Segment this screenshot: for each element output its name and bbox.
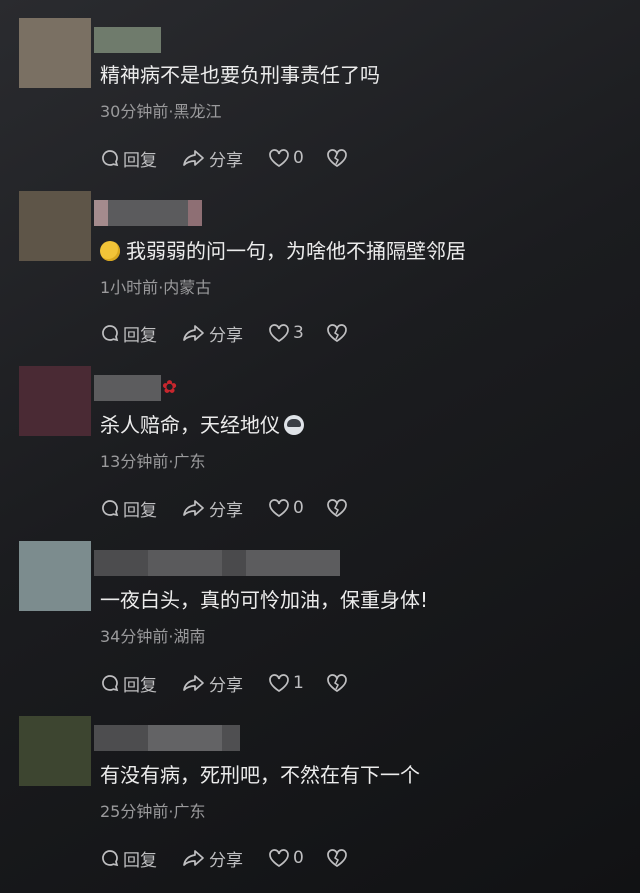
cat-emoji-icon — [284, 415, 304, 435]
dislike-button[interactable] — [326, 848, 348, 868]
username-blurred[interactable] — [94, 27, 161, 53]
comment-meta: 1小时前·内蒙古 — [100, 278, 212, 297]
comment-location: 广东 — [173, 452, 206, 471]
heart-icon — [269, 499, 289, 517]
reply-button[interactable]: 回复 — [100, 496, 182, 521]
username-blurred[interactable] — [94, 550, 340, 576]
share-label: 分享 — [209, 675, 243, 696]
reply-icon — [102, 325, 119, 342]
avatar[interactable] — [19, 18, 91, 88]
reply-icon — [102, 850, 119, 867]
comment-time: 34分钟前 — [100, 627, 169, 646]
username-blurred[interactable] — [94, 200, 202, 226]
comment-time: 13分钟前 — [100, 452, 169, 471]
like-count: 0 — [293, 848, 304, 868]
like-button[interactable]: 1 — [268, 673, 326, 693]
reply-button[interactable]: 回复 — [100, 146, 182, 171]
dislike-button[interactable] — [326, 498, 348, 518]
share-label: 分享 — [209, 150, 243, 171]
reply-label: 回复 — [123, 675, 157, 696]
comment-actions: 回复 分享 0 — [100, 496, 348, 521]
avatar[interactable] — [19, 716, 91, 786]
dislike-button[interactable] — [326, 148, 348, 168]
comment-location: 广东 — [173, 802, 206, 821]
share-button[interactable]: 分享 — [182, 321, 268, 346]
broken-heart-icon — [327, 674, 347, 692]
comment-actions: 回复 分享 0 — [100, 846, 348, 871]
broken-heart-icon — [327, 149, 347, 167]
reply-label: 回复 — [123, 500, 157, 521]
dislike-button[interactable] — [326, 673, 348, 693]
comment-actions: 回复 分享 0 — [100, 146, 348, 171]
comment-text-row: 杀人赔命，天经地仪 — [100, 412, 304, 438]
share-label: 分享 — [209, 325, 243, 346]
face-emoji-icon — [100, 241, 120, 261]
share-icon — [183, 325, 204, 341]
comment-text: 有没有病，死刑吧，不然在有下一个 — [100, 763, 420, 787]
avatar[interactable] — [19, 191, 91, 261]
like-button[interactable]: 3 — [268, 323, 326, 343]
avatar[interactable] — [19, 366, 91, 436]
reply-button[interactable]: 回复 — [100, 321, 182, 346]
reply-button[interactable]: 回复 — [100, 846, 182, 871]
dislike-button[interactable] — [326, 323, 348, 343]
comment-text: 精神病不是也要负刑事责任了吗 — [100, 63, 380, 87]
share-icon — [183, 675, 204, 691]
like-button[interactable]: 0 — [268, 148, 326, 168]
comment-actions: 回复 分享 3 — [100, 321, 348, 346]
comment-time: 25分钟前 — [100, 802, 169, 821]
comment-text: 杀人赔命，天经地仪 — [100, 413, 280, 437]
comment-meta: 13分钟前·广东 — [100, 452, 206, 471]
share-icon — [183, 150, 204, 166]
like-button[interactable]: 0 — [268, 498, 326, 518]
comment-time: 1小时前 — [100, 278, 159, 297]
share-button[interactable]: 分享 — [182, 671, 268, 696]
reply-label: 回复 — [123, 325, 157, 346]
comment-text: 一夜白头，真的可怜加油，保重身体! — [100, 588, 429, 612]
like-count: 1 — [293, 673, 304, 693]
broken-heart-icon — [327, 849, 347, 867]
like-count: 0 — [293, 148, 304, 168]
share-button[interactable]: 分享 — [182, 146, 268, 171]
rose-icon: ✿ — [162, 377, 178, 398]
username-blurred[interactable] — [94, 375, 161, 401]
share-button[interactable]: 分享 — [182, 846, 268, 871]
username-blurred[interactable] — [94, 725, 240, 751]
like-count: 0 — [293, 498, 304, 518]
like-button[interactable]: 0 — [268, 848, 326, 868]
broken-heart-icon — [327, 499, 347, 517]
reply-icon — [102, 500, 119, 517]
reply-label: 回复 — [123, 150, 157, 171]
comment-meta: 34分钟前·湖南 — [100, 627, 206, 646]
share-label: 分享 — [209, 850, 243, 871]
like-count: 3 — [293, 323, 304, 343]
reply-icon — [102, 675, 119, 692]
share-label: 分享 — [209, 500, 243, 521]
comment-meta: 25分钟前·广东 — [100, 802, 206, 821]
comment-location: 湖南 — [173, 627, 206, 646]
comment-text-row: 我弱弱的问一句，为啥他不捅隔壁邻居 — [100, 238, 466, 264]
reply-icon — [102, 150, 119, 167]
heart-icon — [269, 674, 289, 692]
heart-icon — [269, 149, 289, 167]
broken-heart-icon — [327, 324, 347, 342]
heart-icon — [269, 849, 289, 867]
comment-text: 我弱弱的问一句，为啥他不捅隔壁邻居 — [126, 239, 466, 263]
avatar[interactable] — [19, 541, 91, 611]
reply-label: 回复 — [123, 850, 157, 871]
comment-location: 内蒙古 — [163, 278, 212, 297]
comment-location: 黑龙江 — [173, 102, 222, 121]
share-icon — [183, 850, 204, 866]
comment-time: 30分钟前 — [100, 102, 169, 121]
comment-actions: 回复 分享 1 — [100, 671, 348, 696]
comment-meta: 30分钟前·黑龙江 — [100, 102, 222, 121]
share-icon — [183, 500, 204, 516]
share-button[interactable]: 分享 — [182, 496, 268, 521]
heart-icon — [269, 324, 289, 342]
reply-button[interactable]: 回复 — [100, 671, 182, 696]
